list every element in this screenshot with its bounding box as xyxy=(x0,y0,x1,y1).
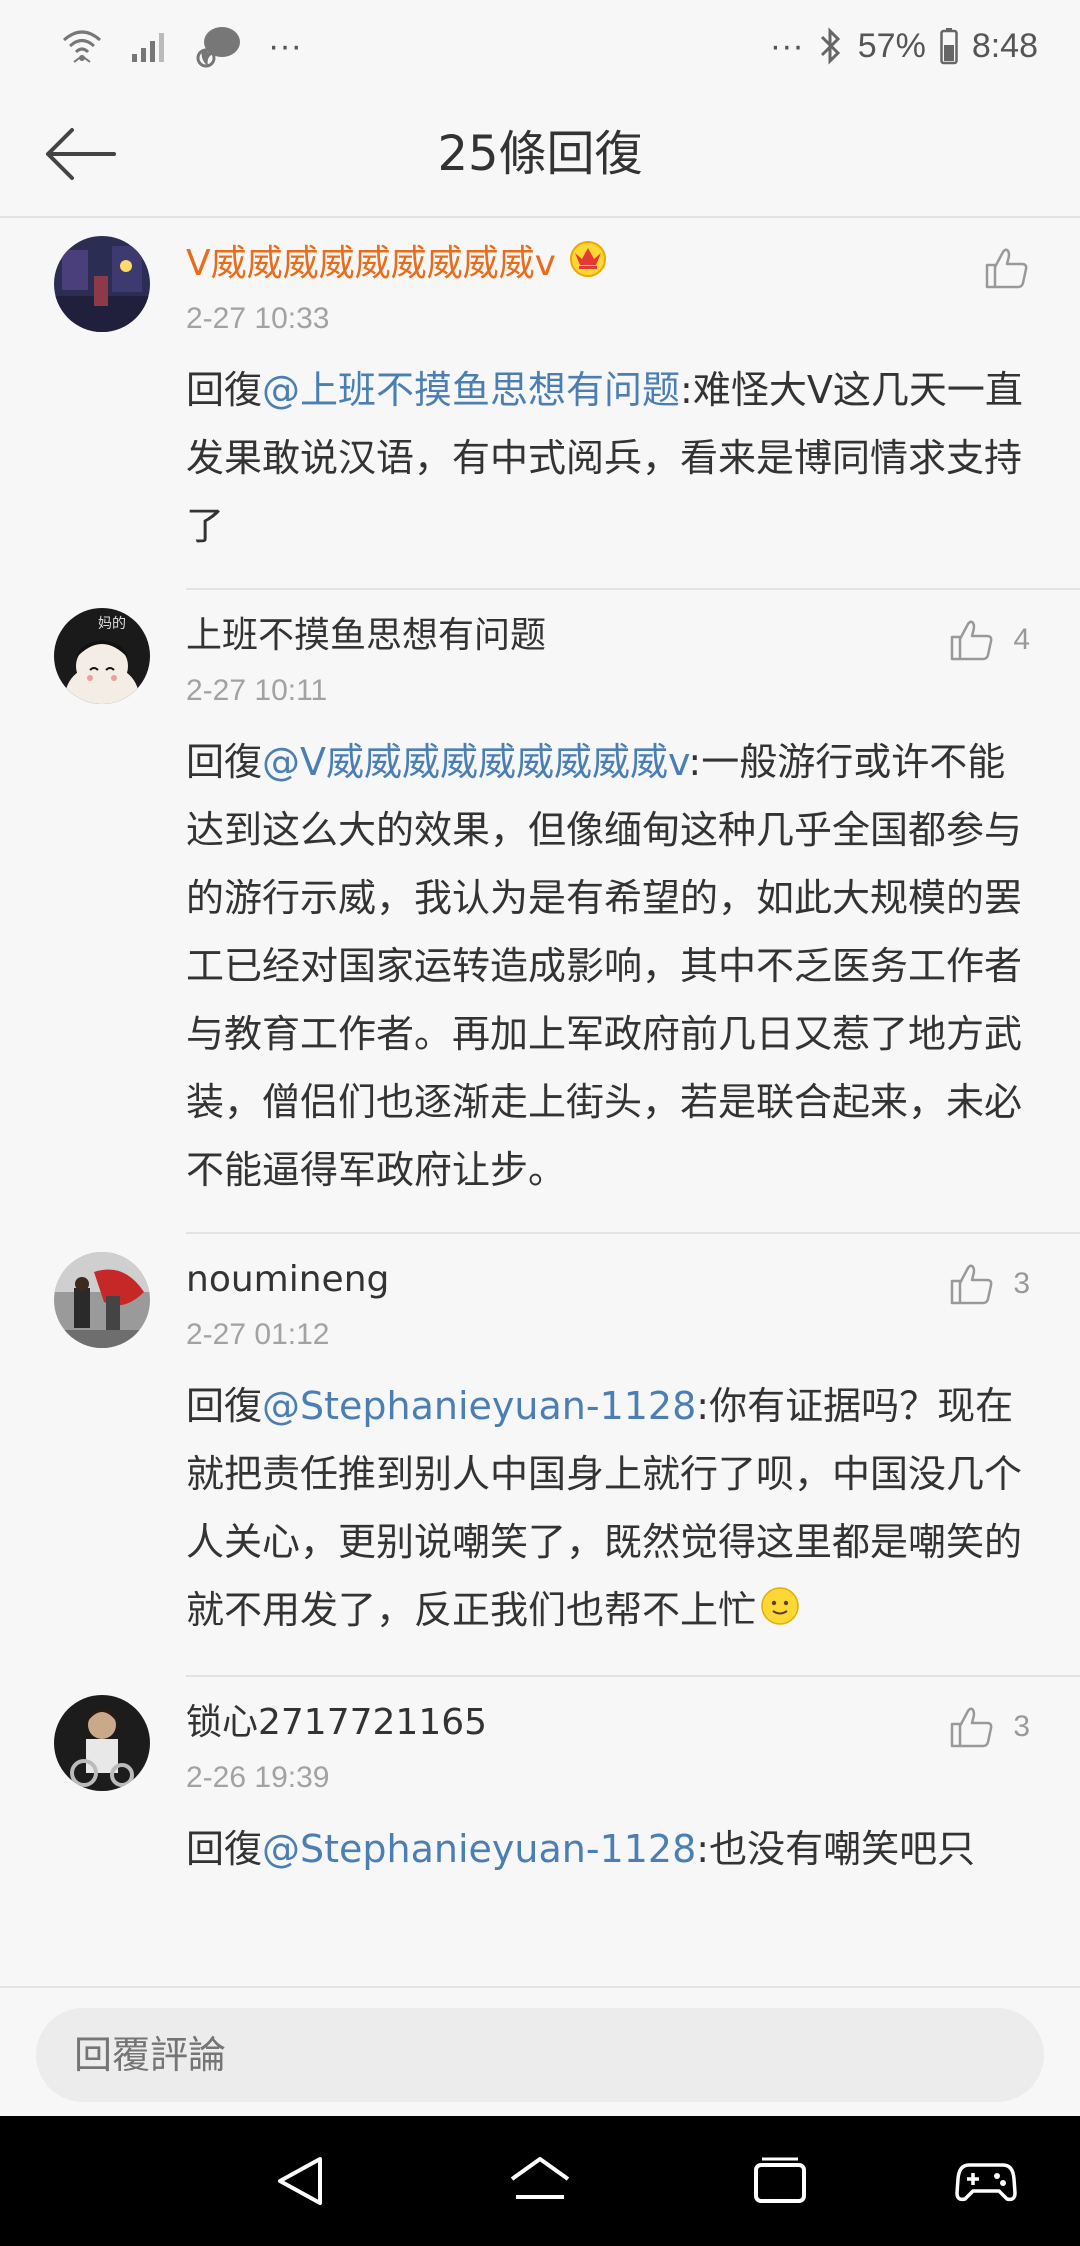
comment-time: 2-26 19:39 xyxy=(186,1760,330,1794)
comment-text: 回復@Stephanieyuan-1128:也没有嘲笑吧只 xyxy=(186,1815,1030,1897)
nav-home-button[interactable] xyxy=(500,2146,580,2216)
clock: 8:48 xyxy=(971,26,1038,65)
like-count: 3 xyxy=(1013,1267,1030,1300)
comment-body: noumineng 2-27 01:12 回復@Stephanieyuan-11… xyxy=(186,1252,1030,1661)
gamepad-icon xyxy=(955,2163,1017,2202)
nav-back-button[interactable] xyxy=(260,2146,340,2216)
mention-link[interactable]: @Stephanieyuan-1128 xyxy=(262,1827,696,1871)
mention-link[interactable]: @上班不摸鱼思想有问题 xyxy=(262,368,680,412)
comment-text: 回復@V威威威威威威威威威v:一般游行或许不能达到这么大的效果，但像缅甸这种几乎… xyxy=(186,728,1030,1218)
author-name: V威威威威威威威威威v xyxy=(186,243,556,284)
mention-link[interactable]: @V威威威威威威威威威v xyxy=(262,740,688,784)
comment-time: 2-27 10:33 xyxy=(186,302,330,335)
reply-prefix: 回復 xyxy=(186,368,263,412)
like-button[interactable] xyxy=(984,246,1030,290)
wifi-icon xyxy=(60,26,104,66)
avatar[interactable] xyxy=(54,1252,150,1348)
title-bar: 25條回復 xyxy=(0,90,1080,218)
like-button[interactable]: 4 xyxy=(949,618,1030,662)
comment-body: 上班不摸鱼思想有问题 2-27 10:11 回復@V威威威威威威威威威v:一般游… xyxy=(186,608,1030,1218)
comment-content: :也没有嘲笑吧只 xyxy=(696,1826,976,1871)
comment-item: 锁心2717721165 2-26 19:39 回復@Stephanieyuan… xyxy=(0,1677,1080,1897)
status-bar-left: ··· xyxy=(60,18,302,74)
triangle-back-icon xyxy=(278,2157,322,2205)
status-dots: ··· xyxy=(769,26,804,65)
smile-emoji-icon xyxy=(760,1579,800,1647)
comment-author[interactable]: 上班不摸鱼思想有问题 xyxy=(186,608,1030,664)
bluetooth-icon xyxy=(818,26,844,66)
nav-game-button[interactable] xyxy=(946,2146,1026,2216)
author-name: 锁心2717721165 xyxy=(186,1701,488,1743)
reply-input[interactable] xyxy=(36,2008,1044,2102)
reply-prefix: 回復 xyxy=(186,740,263,784)
comment-item: V威威威威威威威威威v 2-27 10:33 回復@上班不摸鱼思想有问题:难怪大… xyxy=(0,218,1080,590)
comment-list[interactable]: V威威威威威威威威威v 2-27 10:33 回復@上班不摸鱼思想有问题:难怪大… xyxy=(0,218,1080,1986)
like-button[interactable]: 3 xyxy=(949,1262,1030,1306)
signal-icon xyxy=(130,28,170,64)
avatar[interactable] xyxy=(54,236,150,332)
thumbs-up-icon xyxy=(951,1706,993,1747)
chat-bubble-icon xyxy=(196,24,242,68)
vip-crown-icon xyxy=(566,235,610,294)
like-button[interactable]: 3 xyxy=(949,1705,1030,1749)
status-bar: ··· ··· 57% 8:48 xyxy=(0,0,1080,90)
comment-content: :一般游行或许不能达到这么大的效果，但像缅甸这种几乎全国都参与的游行示威，我认为… xyxy=(186,740,1023,1192)
system-nav-bar xyxy=(0,2116,1080,2246)
avatar[interactable] xyxy=(54,1694,150,1791)
comment-body: V威威威威威威威威威v 2-27 10:33 回復@上班不摸鱼思想有问题:难怪大… xyxy=(186,236,1030,574)
svg-text:妈的: 妈的 xyxy=(98,616,126,632)
author-name: noumineng xyxy=(186,1259,390,1300)
home-icon xyxy=(510,2157,570,2199)
recents-icon xyxy=(754,2157,806,2203)
battery-percent: 57% xyxy=(857,26,926,65)
comment-text: 回復@上班不摸鱼思想有问题:难怪大V这几天一直发果敢说汉语，有中式阅兵，看来是博… xyxy=(186,356,1030,574)
reply-prefix: 回復 xyxy=(186,1384,263,1428)
reply-bar xyxy=(0,1986,1080,2116)
avatar[interactable]: 妈的 xyxy=(54,608,150,704)
comment-text: 回復@Stephanieyuan-1128:你有证据吗？现在就把责任推到别人中国… xyxy=(186,1372,1030,1661)
comment-item: noumineng 2-27 01:12 回復@Stephanieyuan-11… xyxy=(0,1234,1080,1677)
battery-icon xyxy=(940,27,958,65)
page-title: 25條回復 xyxy=(437,126,643,182)
thumbs-up-icon xyxy=(951,1264,993,1305)
mention-link[interactable]: @Stephanieyuan-1128 xyxy=(262,1384,696,1428)
comment-author[interactable]: V威威威威威威威威威v xyxy=(186,236,1030,292)
author-name: 上班不摸鱼思想有问题 xyxy=(186,615,547,656)
reply-prefix: 回復 xyxy=(186,1826,263,1871)
like-count: 3 xyxy=(1013,1709,1030,1743)
thumbs-up-icon xyxy=(985,248,1028,289)
more-dots-icon: ··· xyxy=(268,26,302,65)
comment-time: 2-27 10:11 xyxy=(186,674,328,707)
comment-author[interactable]: 锁心2717721165 xyxy=(186,1695,1030,1751)
comment-body: 锁心2717721165 2-26 19:39 回復@Stephanieyuan… xyxy=(186,1695,1030,1897)
comment-author[interactable]: noumineng xyxy=(186,1252,1030,1308)
thumbs-up-icon xyxy=(951,620,993,661)
comment-time: 2-27 01:12 xyxy=(186,1318,330,1351)
status-bar-right: ··· 57% 8:48 xyxy=(770,18,1038,74)
like-count: 4 xyxy=(1013,623,1030,656)
comment-item: 妈的 上班不摸鱼思想有问题 2-27 10:11 回復@V威威威威威威威威威v:… xyxy=(0,590,1080,1234)
nav-recents-button[interactable] xyxy=(740,2146,820,2216)
